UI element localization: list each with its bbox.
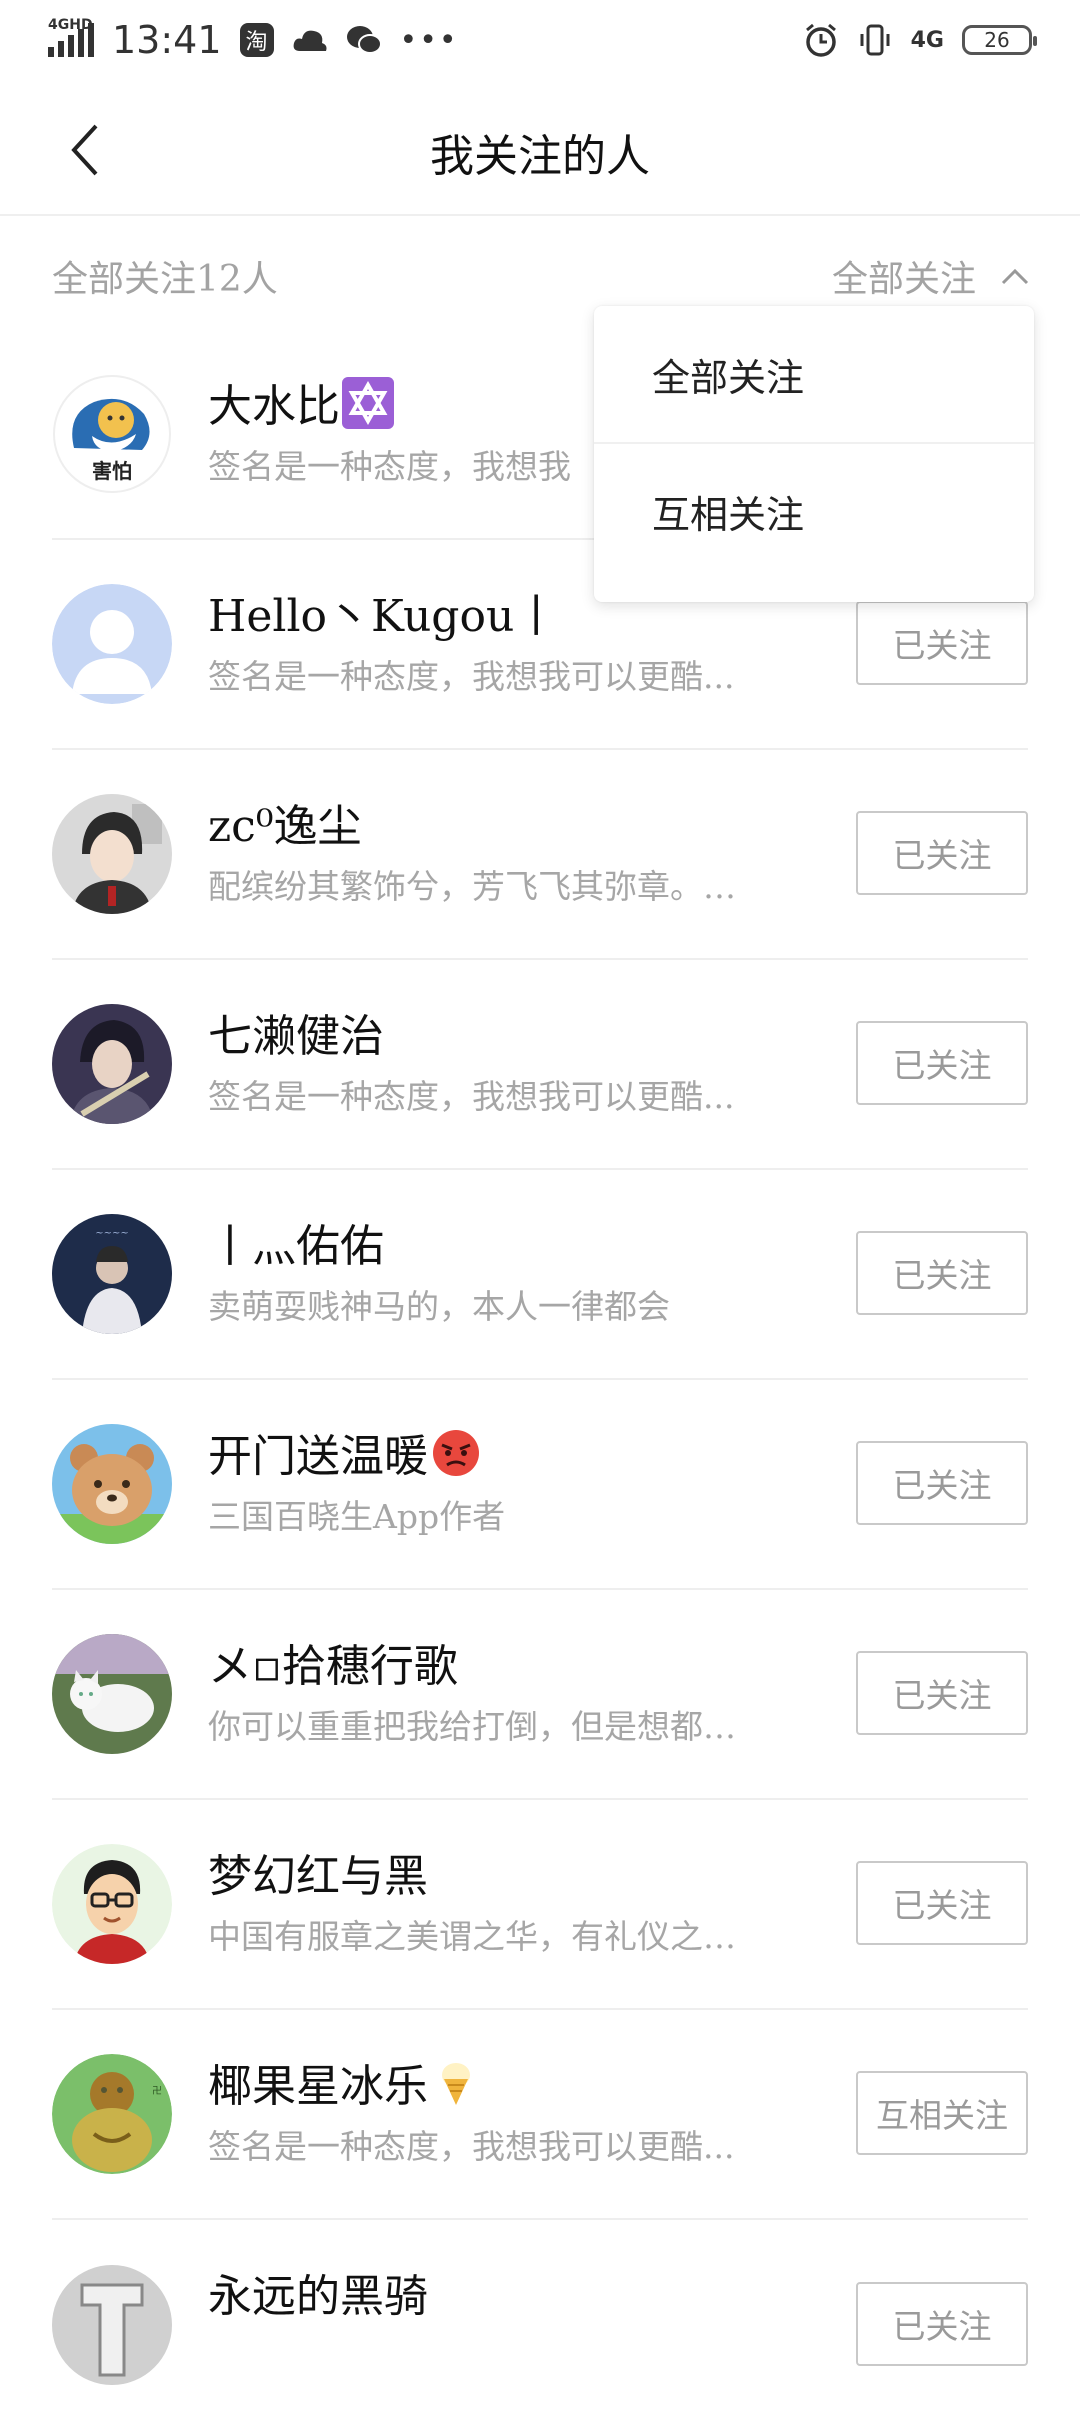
- taobao-icon: 淘: [239, 23, 274, 57]
- user-name: 大水比: [208, 370, 394, 434]
- filter-dropdown: 全部关注 互相关注: [594, 306, 1034, 602]
- ice-cream-icon: [442, 2063, 470, 2105]
- follow-count: 全部关注12人: [52, 259, 278, 300]
- user-name: メ▫拾穗行歌: [208, 1641, 458, 1692]
- list-item[interactable]: ~~~~ 丨灬佑佑 卖萌耍贱神马的，本人一律都会 已关注: [52, 1170, 1028, 1380]
- user-signature: 你可以重重把我给打倒，但是想都…: [208, 1707, 736, 1746]
- user-signature: 卖萌耍贱神马的，本人一律都会: [208, 1287, 670, 1326]
- status-time: 13:41: [112, 18, 222, 62]
- svg-text:害怕: 害怕: [92, 459, 132, 483]
- avatar[interactable]: [52, 584, 172, 704]
- user-name: 开门送温暖: [208, 1420, 482, 1484]
- user-signature: 签名是一种态度，我想我: [208, 447, 571, 486]
- user-name: 丨灬佑佑: [208, 1221, 384, 1272]
- filter-selected-label: 全部关注: [831, 259, 976, 300]
- list-item[interactable]: メ▫拾穗行歌 你可以重重把我给打倒，但是想都… 已关注: [52, 1590, 1028, 1800]
- user-name: Hello丶Kugou丨: [208, 591, 559, 642]
- battery-icon: 26: [962, 25, 1037, 55]
- following-button[interactable]: 已关注: [856, 601, 1028, 685]
- following-button[interactable]: 已关注: [856, 1861, 1028, 1945]
- list-item[interactable]: zc⁰逸尘 配缤纷其繁饰兮，芳飞飞其弥章。… 已关注: [52, 750, 1028, 960]
- list-item[interactable]: 永远的黑骑 已关注: [52, 2220, 1028, 2430]
- vibrate-icon: [860, 24, 890, 56]
- chevron-up-icon: [1001, 268, 1029, 285]
- user-signature: 配缤纷其繁饰兮，芳飞飞其弥章。…: [208, 867, 736, 906]
- dropdown-option-mutual[interactable]: 互相关注: [594, 442, 1034, 578]
- following-button[interactable]: 已关注: [856, 1021, 1028, 1105]
- user-name: 椰果星冰乐: [208, 2050, 482, 2114]
- alarm-icon: [805, 23, 836, 57]
- list-item[interactable]: 梦幻红与黑 中国有服章之美谓之华，有礼仪之… 已关注: [52, 1800, 1028, 2010]
- user-name: 梦幻红与黑: [208, 1851, 428, 1902]
- svg-text:卍: 卍: [152, 2085, 162, 2097]
- avatar[interactable]: [52, 1634, 172, 1754]
- list-item[interactable]: 开门送温暖 三国百晓生App作者 已关注: [52, 1380, 1028, 1590]
- network-type: 4G: [910, 27, 944, 53]
- following-button[interactable]: 已关注: [856, 1231, 1028, 1315]
- status-bar: 4GHD 13:41 淘 ••• 4G 26: [0, 0, 1080, 80]
- star-of-david-icon: [342, 377, 394, 429]
- user-signature: 中国有服章之美谓之华，有礼仪之…: [208, 1917, 736, 1956]
- angry-face-icon: [433, 1430, 479, 1476]
- following-button[interactable]: 已关注: [856, 2282, 1028, 2366]
- more-notifications-icon: •••: [399, 22, 459, 58]
- avatar[interactable]: [52, 794, 172, 914]
- user-name: 永远的黑骑: [208, 2271, 428, 2322]
- avatar[interactable]: [52, 2265, 172, 2385]
- user-signature: 签名是一种态度，我想我可以更酷...: [208, 657, 735, 696]
- user-signature: 签名是一种态度，我想我可以更酷...: [208, 2127, 735, 2166]
- dropdown-option-all[interactable]: 全部关注: [594, 306, 1034, 442]
- page-title: 我关注的人: [430, 131, 650, 182]
- avatar[interactable]: 害怕: [52, 374, 172, 494]
- mutual-follow-button[interactable]: 互相关注: [856, 2071, 1028, 2155]
- list-item[interactable]: 卍 椰果星冰乐 签名是一种态度，我想我可以更酷... 互相关注: [52, 2010, 1028, 2220]
- avatar[interactable]: [52, 1844, 172, 1964]
- user-signature: 签名是一种态度，我想我可以更酷...: [208, 1077, 735, 1116]
- avatar[interactable]: [52, 1004, 172, 1124]
- user-name: 七濑健治: [208, 1011, 384, 1062]
- following-button[interactable]: 已关注: [856, 1651, 1028, 1735]
- cloud-icon: [293, 30, 327, 51]
- nav-bar: 我关注的人: [0, 80, 1080, 216]
- avatar[interactable]: [52, 1424, 172, 1544]
- wechat-icon: [346, 26, 382, 54]
- user-name: zc⁰逸尘: [208, 801, 362, 852]
- user-signature: 三国百晓生App作者: [208, 1497, 506, 1536]
- filter-select[interactable]: 全部关注: [832, 250, 1030, 302]
- following-button[interactable]: 已关注: [856, 811, 1028, 895]
- following-button[interactable]: 已关注: [856, 1441, 1028, 1525]
- signal-icon: 4GHD: [48, 17, 94, 57]
- svg-text:~~~~: ~~~~: [95, 1228, 129, 1239]
- avatar[interactable]: ~~~~: [52, 1214, 172, 1334]
- avatar[interactable]: 卍: [52, 2054, 172, 2174]
- list-item[interactable]: 七濑健治 签名是一种态度，我想我可以更酷... 已关注: [52, 960, 1028, 1170]
